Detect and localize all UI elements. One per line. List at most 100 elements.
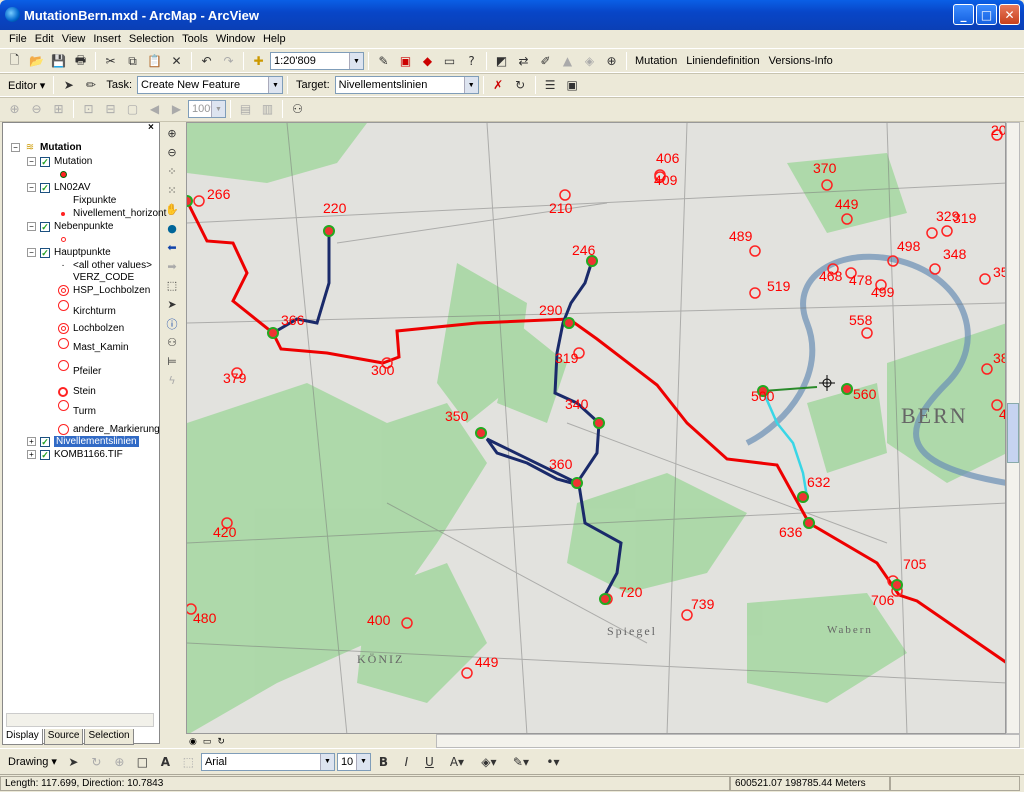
font-combo[interactable]: Arial ▼ (200, 752, 335, 771)
toc-layer-nebenpunkte[interactable]: − ✓ Nebenpunkte (27, 220, 114, 233)
bold-button[interactable]: B (373, 751, 394, 772)
map-vertical-scrollbar[interactable] (1006, 122, 1020, 734)
map-tool-4-icon[interactable]: ▲ (557, 51, 578, 72)
data-view-icon[interactable]: ◉ (186, 736, 200, 747)
collapse-icon[interactable]: − (27, 183, 36, 192)
refresh-icon[interactable]: ↻ (214, 736, 228, 747)
menu-tools[interactable]: Tools (179, 33, 211, 45)
menu-edit[interactable]: Edit (32, 33, 57, 45)
find-binoculars-icon[interactable]: ⚇ (163, 333, 181, 352)
font-color-icon[interactable]: A▾ (442, 751, 472, 772)
leveling-node[interactable] (891, 579, 903, 591)
map-horizontal-scrollbar[interactable] (436, 734, 1020, 748)
layer-visibility-checkbox[interactable]: ✓ (40, 221, 50, 232)
menu-mutation[interactable]: Mutation (631, 55, 681, 67)
scroll-thumb[interactable] (1007, 403, 1019, 463)
zoom-100-icon[interactable]: ▢ (122, 99, 143, 120)
select-elements-arrow-icon[interactable]: ➤ (63, 751, 84, 772)
layer-visibility-checkbox[interactable]: ✓ (40, 182, 50, 193)
sketch-tool-icon[interactable]: ✏ (80, 75, 101, 96)
print-icon[interactable]: 🖶 (70, 51, 91, 72)
hyperlink-icon[interactable]: ϟ (163, 371, 181, 390)
collapse-icon[interactable]: − (27, 222, 36, 231)
rotate-element-icon[interactable]: ↻ (86, 751, 107, 772)
task-combo[interactable]: Create New Feature ▼ (137, 76, 284, 94)
map-tool-5-icon[interactable]: ◈ (579, 51, 600, 72)
paste-icon[interactable]: 📋 (144, 51, 165, 72)
undo-icon[interactable]: ↶ (196, 51, 217, 72)
editor-menu[interactable]: Editor ▾ (4, 79, 49, 92)
zoom-in-fixed-icon[interactable]: ⊕ (4, 99, 25, 120)
menu-view[interactable]: View (59, 33, 89, 45)
toc-layer-hauptpunkte[interactable]: − ✓ Hauptpunkte (27, 246, 111, 259)
leveling-node[interactable] (563, 317, 575, 329)
leveling-node[interactable] (593, 417, 605, 429)
layout-view-icon[interactable]: ▭ (200, 736, 215, 747)
maximize-button[interactable]: □ (976, 4, 997, 25)
map-tool-3-icon[interactable]: ✐ (535, 51, 556, 72)
zoom-page-icon[interactable]: ⊞ (48, 99, 69, 120)
toc-layer-nivellementslinien[interactable]: + ✓ Nivellementslinien (27, 435, 139, 448)
fixed-zoom-out-icon[interactable]: ⁙ (163, 181, 181, 200)
leveling-node[interactable] (599, 593, 611, 605)
split-tool-icon[interactable]: ✗ (488, 75, 509, 96)
text-tool-button[interactable]: A (155, 751, 176, 772)
whats-this-help-icon[interactable]: ? (461, 51, 482, 72)
rectangle-icon[interactable]: □ (132, 751, 153, 772)
delete-icon[interactable]: ✕ (166, 51, 187, 72)
zoom-percent-combo[interactable]: 100% ▼ (188, 100, 226, 118)
menu-help[interactable]: Help (260, 33, 289, 45)
expand-icon[interactable]: + (27, 437, 36, 446)
zoom-in-icon[interactable]: ⊕ (163, 124, 181, 143)
save-icon[interactable]: 💾 (48, 51, 69, 72)
forward-extent-icon[interactable]: ▶ (166, 99, 187, 120)
leveling-node[interactable] (323, 225, 335, 237)
leveling-node[interactable] (571, 477, 583, 489)
edit-vertices-icon[interactable]: ⬚ (178, 751, 199, 772)
measure-icon[interactable]: ⊨ (163, 352, 181, 371)
italic-button[interactable]: I (396, 751, 417, 772)
expand-icon[interactable]: + (27, 450, 36, 459)
menu-versions-info[interactable]: Versions-Info (765, 55, 837, 67)
close-button[interactable]: ✕ (999, 4, 1020, 25)
tab-display[interactable]: Display (2, 729, 43, 745)
attributes-icon[interactable]: ☰ (540, 75, 561, 96)
new-document-icon[interactable]: 🗋 (4, 51, 25, 72)
forward-arrow-icon[interactable]: ➡ (163, 257, 181, 276)
layer-visibility-checkbox[interactable]: ✓ (40, 449, 50, 460)
menu-liniendefinition[interactable]: Liniendefinition (682, 55, 763, 67)
underline-button[interactable]: U (419, 751, 440, 772)
collapse-icon[interactable]: − (27, 157, 36, 166)
layer-visibility-checkbox[interactable]: ✓ (40, 436, 50, 447)
edit-arrow-icon[interactable]: ➤ (58, 75, 79, 96)
map-display[interactable]: 266 220 210 406 409 370 449 329 319 489 468 478 498 4… (186, 122, 1006, 734)
zoom-out-icon[interactable]: ⊖ (163, 143, 181, 162)
select-elements-icon[interactable]: ➤ (163, 295, 181, 314)
toc-layer-komb[interactable]: + ✓ KOMB1166.TIF (27, 448, 123, 461)
zoom-out-fixed-icon[interactable]: ⊖ (26, 99, 47, 120)
layout-binoculars-icon[interactable]: ⚇ (287, 99, 308, 120)
leveling-node[interactable] (797, 491, 809, 503)
menu-insert[interactable]: Insert (90, 33, 124, 45)
leveling-node[interactable] (803, 517, 815, 529)
fixed-zoom-in-icon[interactable]: ⁘ (163, 162, 181, 181)
leveling-node[interactable] (267, 327, 279, 339)
zoom-selected-icon[interactable]: ⊕ (109, 751, 130, 772)
map-tool-1-icon[interactable]: ◩ (491, 51, 512, 72)
map-scale-combo[interactable]: 1:20'809 ▼ (270, 52, 364, 70)
toc-layer-ln02av[interactable]: − ✓ LN02AV (27, 181, 91, 194)
arccatalog-icon[interactable]: ◆ (417, 51, 438, 72)
drawing-menu[interactable]: Drawing ▾ (4, 755, 61, 768)
identify-icon[interactable]: ⓘ (163, 314, 181, 333)
leveling-node[interactable] (841, 383, 853, 395)
add-data-icon[interactable]: ✚ (248, 51, 269, 72)
tab-selection[interactable]: Selection (84, 729, 134, 745)
marker-color-icon[interactable]: •▾ (538, 751, 568, 772)
toc-close-button[interactable]: × (148, 122, 158, 133)
leveling-node[interactable] (187, 195, 193, 207)
minimize-button[interactable]: _ (953, 4, 974, 25)
sketch-properties-icon[interactable]: ▣ (562, 75, 583, 96)
focus-frame-icon[interactable]: ▥ (257, 99, 278, 120)
arctoolbox-icon[interactable]: ▣ (395, 51, 416, 72)
font-size-combo[interactable]: 10 ▼ (336, 752, 371, 771)
